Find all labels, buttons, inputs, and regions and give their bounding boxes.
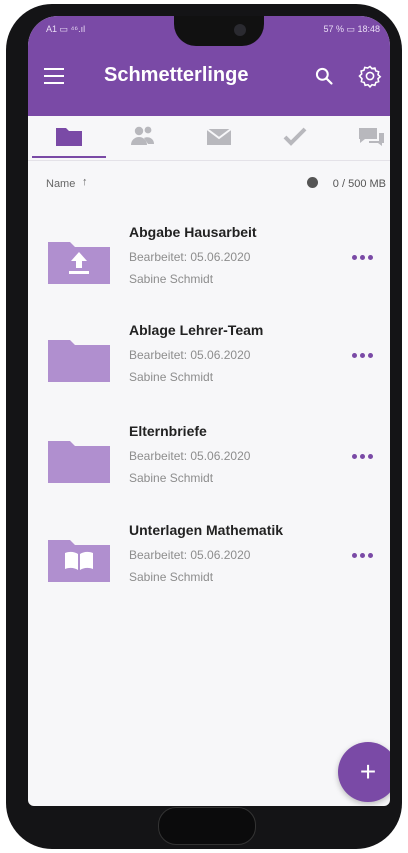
folder-icon bbox=[48, 340, 110, 382]
list-item[interactable]: Ablage Lehrer-Team Bearbeitet: 05.06.202… bbox=[28, 322, 390, 402]
gear-icon[interactable] bbox=[358, 64, 382, 88]
chat-icon bbox=[359, 128, 384, 146]
storage-icon bbox=[307, 177, 318, 188]
book-folder-icon bbox=[48, 540, 110, 582]
app-bar: A1 ▭ ⁴⁶.ıl 57 % ▭ 18:48 Schmetterlinge bbox=[28, 16, 390, 116]
phone-frame: A1 ▭ ⁴⁶.ıl 57 % ▭ 18:48 Schmetterlinge N… bbox=[6, 4, 402, 849]
tab-files[interactable] bbox=[32, 124, 106, 158]
more-options-icon[interactable] bbox=[352, 345, 376, 358]
folder-name: Abgabe Hausarbeit bbox=[129, 224, 257, 240]
upload-folder-icon bbox=[48, 242, 110, 284]
tab-bar bbox=[28, 116, 390, 161]
list-item[interactable]: Elternbriefe Bearbeitet: 05.06.2020 Sabi… bbox=[28, 423, 390, 503]
camera-icon bbox=[234, 24, 246, 36]
folder-name: Ablage Lehrer-Team bbox=[129, 322, 264, 338]
app-screen: A1 ▭ ⁴⁶.ıl 57 % ▭ 18:48 Schmetterlinge N… bbox=[28, 16, 390, 806]
sort-arrow-icon[interactable]: ↑ bbox=[82, 176, 88, 188]
users-icon bbox=[131, 126, 154, 145]
camera-notch bbox=[174, 16, 264, 46]
more-options-icon[interactable] bbox=[352, 446, 376, 459]
folder-edited: Bearbeitet: 05.06.2020 bbox=[129, 548, 251, 562]
status-bar-left: A1 ▭ ⁴⁶.ıl bbox=[46, 24, 86, 34]
folder-edited: Bearbeitet: 05.06.2020 bbox=[129, 449, 251, 463]
folder-owner: Sabine Schmidt bbox=[129, 370, 214, 384]
folder-icon bbox=[56, 128, 82, 146]
tab-tasks[interactable] bbox=[280, 124, 310, 150]
folder-owner: Sabine Schmidt bbox=[129, 471, 214, 485]
sort-by-name[interactable]: Name bbox=[46, 178, 75, 190]
sort-bar: Name ↑ 0 / 500 MB bbox=[28, 172, 390, 192]
folder-name: Unterlagen Mathematik bbox=[129, 522, 284, 538]
check-icon bbox=[283, 127, 307, 146]
folder-icon bbox=[48, 441, 110, 483]
list-item[interactable]: Abgabe Hausarbeit Bearbeitet: 05.06.2020… bbox=[28, 224, 390, 304]
tab-members[interactable] bbox=[128, 124, 158, 150]
page-title: Schmetterlinge bbox=[104, 64, 249, 86]
mail-icon bbox=[206, 128, 232, 145]
menu-icon[interactable] bbox=[44, 68, 64, 84]
folder-name: Elternbriefe bbox=[129, 423, 207, 439]
more-options-icon[interactable] bbox=[352, 545, 376, 558]
storage-usage: 0 / 500 MB bbox=[332, 178, 386, 190]
tab-chat[interactable] bbox=[356, 124, 386, 150]
folder-owner: Sabine Schmidt bbox=[129, 272, 214, 286]
tab-messages[interactable] bbox=[204, 124, 234, 150]
folder-edited: Bearbeitet: 05.06.2020 bbox=[129, 250, 251, 264]
folder-edited: Bearbeitet: 05.06.2020 bbox=[129, 348, 251, 362]
home-button[interactable] bbox=[158, 807, 256, 845]
folder-owner: Sabine Schmidt bbox=[129, 570, 214, 584]
more-options-icon[interactable] bbox=[352, 247, 376, 260]
list-item[interactable]: Unterlagen Mathematik Bearbeitet: 05.06.… bbox=[28, 522, 390, 602]
add-button[interactable]: + bbox=[338, 742, 390, 802]
search-icon[interactable] bbox=[314, 66, 334, 86]
status-bar-right: 57 % ▭ 18:48 bbox=[323, 24, 380, 34]
